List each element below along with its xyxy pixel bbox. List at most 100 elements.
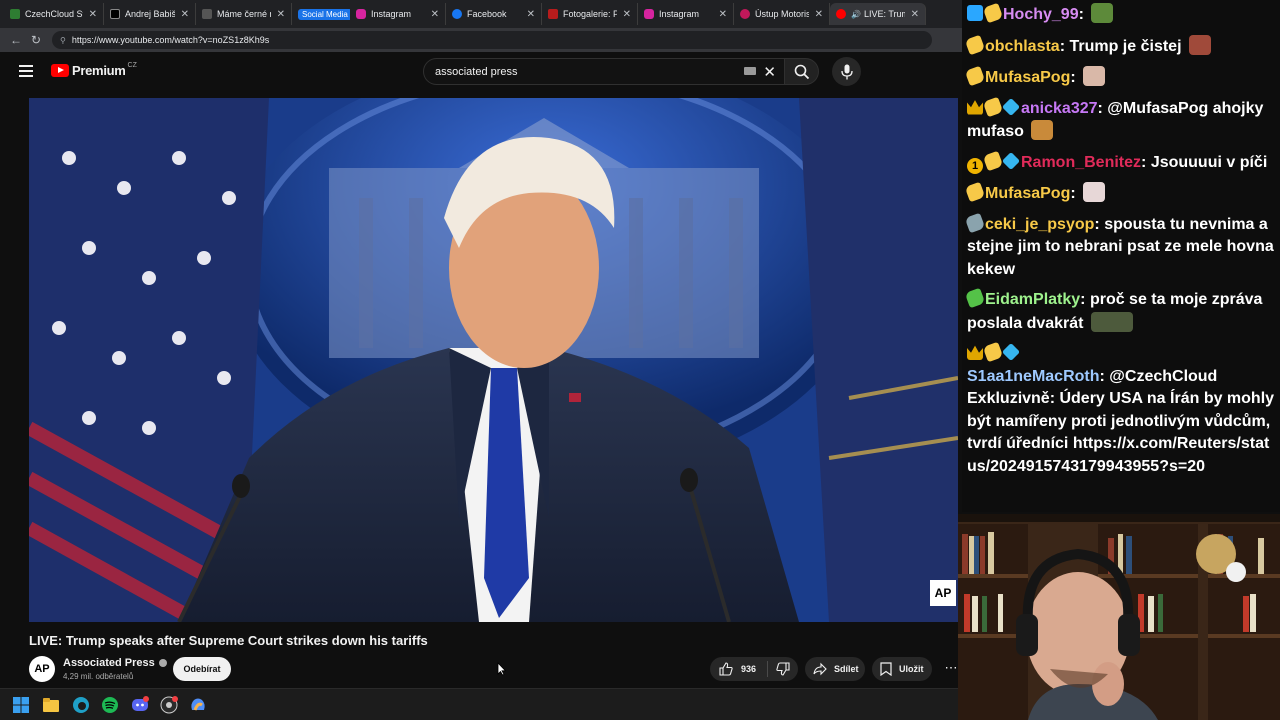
search-input[interactable]: associated press ✕	[423, 58, 785, 85]
sub-badge-icon	[964, 212, 986, 233]
turtle-emote	[1090, 311, 1133, 332]
close-tab-icon[interactable]: ✕	[623, 9, 631, 20]
ap-watermark: AP	[930, 580, 956, 606]
discord-icon[interactable]	[131, 696, 149, 714]
address-bar[interactable]: ⚲ https://www.youtube.com/watch?v=noZS1z…	[52, 31, 932, 49]
save-button[interactable]: Uložit	[872, 657, 932, 681]
sub-badge-icon	[982, 96, 1004, 117]
video-player[interactable]	[29, 98, 958, 622]
sub-badge-icon	[982, 150, 1004, 171]
browser-tab-active[interactable]: 🔊 LIVE: Trump✕	[830, 3, 926, 25]
thumbs-down-icon	[776, 662, 790, 676]
screen: CzechCloud Stre✕ Andrej Babiš na✕ Máme č…	[0, 0, 1280, 720]
browser-tab[interactable]: Ústup Motoristů✕	[734, 3, 830, 25]
youtube-play-icon	[51, 64, 69, 77]
instagram-icon	[644, 9, 654, 19]
face-emote	[1188, 34, 1211, 55]
edge-browser-icon[interactable]	[72, 696, 90, 714]
obs-icon[interactable]	[160, 696, 178, 714]
site-info-icon[interactable]: ⚲	[60, 36, 66, 45]
browser-tab[interactable]: Instagram ✕	[350, 3, 446, 25]
chat-message: ceki_je_psyop: spousta tu nevnima a stej…	[964, 212, 1276, 282]
tab-favicon-icon	[110, 9, 120, 19]
hamster-emote	[1083, 66, 1106, 86]
webcam-image	[958, 514, 1280, 720]
sub-badge-icon	[964, 287, 986, 309]
close-tab-icon[interactable]: ✕	[911, 9, 919, 20]
gift-count-badge-icon: 1	[967, 157, 983, 174]
subscribe-button[interactable]: Odebírat	[173, 657, 231, 681]
youtube-logo[interactable]: Premium CZ	[51, 62, 137, 78]
browser-toolbar: ← ↻ ⚲ https://www.youtube.com/watch?v=no…	[0, 28, 962, 52]
windows-taskbar	[0, 688, 962, 720]
crown-badge-icon	[967, 345, 983, 360]
keyboard-icon[interactable]	[744, 67, 756, 75]
share-icon	[813, 662, 827, 676]
frog-emote	[1091, 3, 1114, 23]
chat-message: anicka327: @MufasaPog ahojky mufaso	[967, 96, 1276, 144]
cube-badge-icon	[1001, 97, 1021, 116]
menu-icon[interactable]	[19, 65, 33, 77]
bookmark-icon	[880, 662, 892, 676]
youtube-header: Premium CZ associated press ✕	[0, 52, 962, 92]
crown-badge-icon	[967, 100, 983, 115]
voice-search-button[interactable]	[832, 57, 861, 86]
file-explorer-icon[interactable]	[42, 696, 60, 714]
chat-message: 1 Ramon_Benitez: Jsouuuui v píči	[967, 150, 1276, 175]
windows-start-icon[interactable]	[12, 696, 30, 714]
tab-favicon-icon	[548, 9, 558, 19]
spotify-icon[interactable]	[101, 696, 119, 714]
chat-message: MufasaPog:	[964, 181, 1276, 206]
browser-tab[interactable]: Instagram ✕	[638, 3, 734, 25]
close-tab-icon[interactable]: ✕	[431, 9, 439, 20]
browser-tab[interactable]: Andrej Babiš na✕	[104, 3, 196, 25]
tab-favicon-icon	[202, 9, 212, 19]
tab-group-chip[interactable]: Social Media	[292, 3, 350, 25]
channel-avatar[interactable]: AP	[29, 656, 55, 682]
instagram-icon	[356, 9, 366, 19]
share-button[interactable]: Sdílet	[805, 657, 865, 681]
close-tab-icon[interactable]: ✕	[181, 9, 189, 20]
close-tab-icon[interactable]: ✕	[719, 9, 727, 20]
channel-name[interactable]: Associated Press	[63, 657, 167, 669]
sub-badge-icon	[964, 181, 986, 203]
like-button[interactable]: 936	[710, 661, 768, 677]
subscriber-count: 4,29 mil. odběratelů	[63, 672, 134, 681]
chat-message: S1aa1neMacRoth: @CzechCloud Exkluzivně: …	[967, 341, 1276, 478]
youtube-icon	[836, 9, 846, 19]
search-button[interactable]	[785, 58, 819, 85]
browser-tab-bar: CzechCloud Stre✕ Andrej Babiš na✕ Máme č…	[0, 0, 962, 28]
prime-badge-icon	[967, 5, 983, 21]
chat-message: EidamPlatky: proč se ta moje zpráva posl…	[964, 287, 1276, 335]
tab-favicon-icon	[10, 9, 20, 19]
clear-search-icon[interactable]: ✕	[763, 63, 776, 81]
close-tab-icon[interactable]: ✕	[815, 9, 823, 20]
webcam-feed	[958, 514, 1280, 720]
close-tab-icon[interactable]: ✕	[527, 9, 535, 20]
facebook-icon	[452, 9, 462, 19]
speaker-icon[interactable]: 🔊	[851, 10, 861, 19]
sub-badge-icon	[964, 34, 986, 55]
chat-message: MufasaPog:	[964, 65, 1276, 90]
microphone-icon	[840, 64, 853, 79]
browser-tab[interactable]: Fotogalerie: Pre✕	[542, 3, 638, 25]
thumbs-up-icon	[719, 662, 733, 676]
cube-badge-icon	[1001, 151, 1021, 170]
copilot-icon[interactable]	[189, 696, 207, 714]
search-icon	[794, 64, 809, 79]
like-dislike-group: 936	[710, 657, 798, 681]
reload-icon[interactable]: ↻	[26, 33, 46, 47]
burger-emote	[1031, 120, 1054, 140]
browser-tab[interactable]: Facebook ✕	[446, 3, 542, 25]
chat-message: Hochy_99:	[967, 2, 1276, 27]
chat-message: obchlasta: Trump je čistej	[964, 34, 1276, 59]
browser-tab[interactable]: Máme černé na✕	[196, 3, 292, 25]
cat-emote	[1083, 182, 1106, 202]
browser-tab[interactable]: CzechCloud Stre✕	[4, 3, 104, 25]
sub-badge-icon	[982, 341, 1004, 363]
dislike-button[interactable]	[768, 662, 798, 676]
back-arrow-icon[interactable]: ←	[6, 33, 26, 47]
close-tab-icon[interactable]: ✕	[89, 9, 97, 20]
sub-badge-icon	[964, 65, 986, 87]
close-tab-icon[interactable]: ✕	[277, 9, 285, 20]
